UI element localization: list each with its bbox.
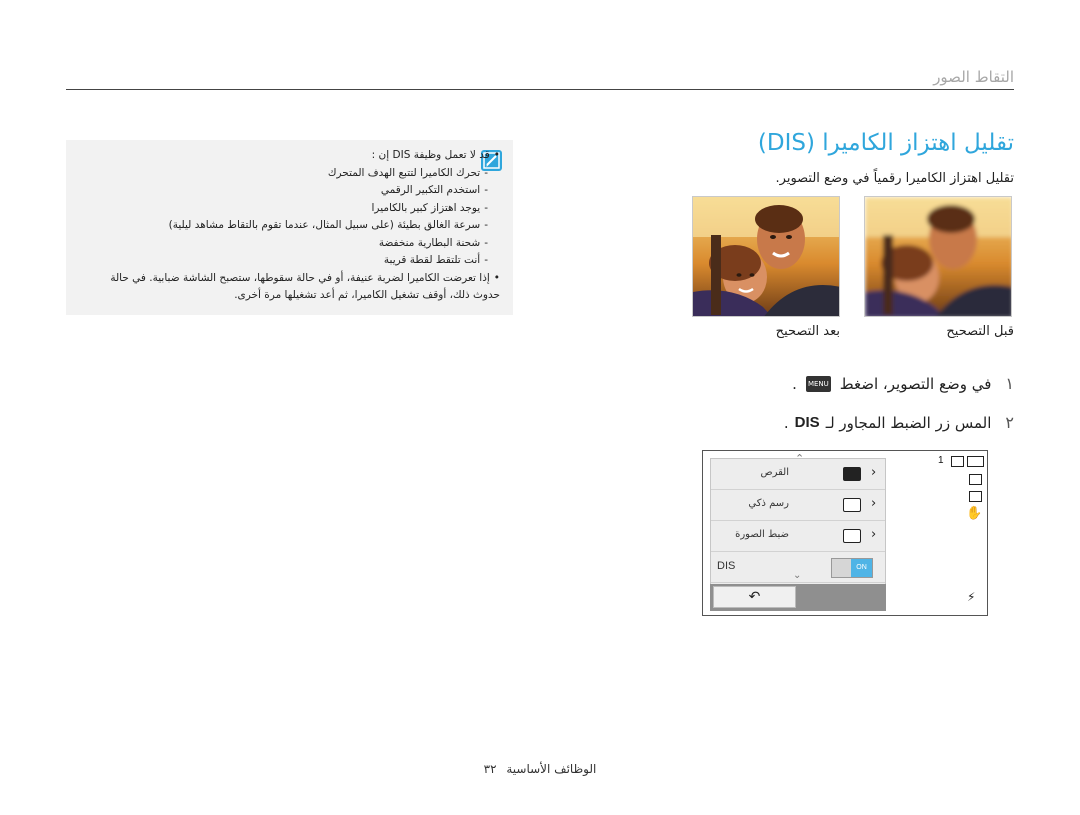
dial-icon — [843, 467, 861, 481]
footer-section: الوظائف الأساسية — [506, 762, 597, 776]
step-number: ٢ — [1005, 413, 1014, 432]
shot-count: 1 — [938, 455, 944, 466]
step-text: المس زر الضبط المجاور لـ — [825, 413, 992, 432]
dis-hand-icon: ✋ — [966, 506, 983, 521]
note-item: -أنت تلتقط لقطة قريبة — [383, 254, 488, 266]
step-text: في وضع التصوير، اضغط — [839, 374, 992, 393]
back-button[interactable]: ↶ — [713, 586, 796, 608]
photo-before-correction — [864, 196, 1012, 317]
header-divider — [66, 89, 1014, 90]
caption-after: بعد التصحيح — [775, 324, 840, 339]
chevron-right-icon: › — [871, 527, 877, 542]
quality-icon — [969, 491, 982, 502]
flash-auto-icon: ⚡ — [967, 590, 976, 604]
note-item: -سرعة الغالق بطيئة (على سبيل المثال، عند… — [168, 219, 488, 231]
note-item: -شحنة البطارية منخفضة — [378, 236, 488, 249]
note-item: -تحرك الكاميرا لتتبع الهدف المتحرك — [327, 166, 488, 179]
intro-text: تقليل اهتزاز الكاميرا رقمياً في وضع التص… — [775, 171, 1014, 186]
note-item: -يوجد اهتزاز كبير بالكاميرا — [371, 201, 488, 214]
note-item: -استخدم التكبير الرقمي — [380, 184, 488, 196]
chevron-right-icon: › — [871, 496, 877, 511]
menu-button-icon: MENU — [805, 375, 831, 392]
page-title: تقليل اهتزاز الكاميرا (DIS) — [757, 130, 1014, 156]
camera-menu-row[interactable]: رسم ذكي › — [711, 490, 885, 521]
step-text-end: . — [783, 413, 789, 432]
step-text-end: . — [792, 374, 797, 393]
chevron-down-icon[interactable]: ⌄ — [793, 570, 801, 581]
step-1: ١ في وضع التصوير، اضغط MENU . — [792, 374, 1014, 393]
camera-menu-row[interactable]: ضبط الصورة › — [711, 521, 885, 552]
dis-toggle[interactable]: ON — [831, 558, 873, 578]
step-number: ١ — [1005, 374, 1014, 393]
step-2: ٢ المس زر الضبط المجاور لـ DIS . — [784, 413, 1014, 432]
caption-before: قبل التصحيح — [946, 324, 1014, 339]
chevron-up-icon[interactable]: ⌃ — [795, 452, 804, 465]
page-number: ٣٢ — [483, 762, 497, 776]
step-keyword: DIS — [794, 414, 820, 431]
memory-icon — [951, 456, 964, 467]
note-item: •إذا تعرضت الكاميرا لضربة عنيفة، أو في ح… — [110, 271, 500, 302]
back-arrow-icon: ↶ — [748, 589, 761, 605]
section-header: التقاط الصور — [933, 68, 1014, 86]
image-adjust-icon — [843, 529, 861, 543]
chevron-right-icon: › — [871, 465, 877, 480]
note-list: •قد لا تعمل وظيفة DIS إن : -تحرك الكامير… — [110, 147, 500, 305]
image-size-icon — [969, 474, 982, 485]
page-footer: الوظائف الأساسية ٣٢ — [0, 762, 1080, 776]
photo-after-correction — [692, 196, 840, 317]
battery-icon — [967, 456, 984, 467]
smart-picture-icon — [843, 498, 861, 512]
note-item: •قد لا تعمل وظيفة DIS إن : — [371, 149, 500, 161]
